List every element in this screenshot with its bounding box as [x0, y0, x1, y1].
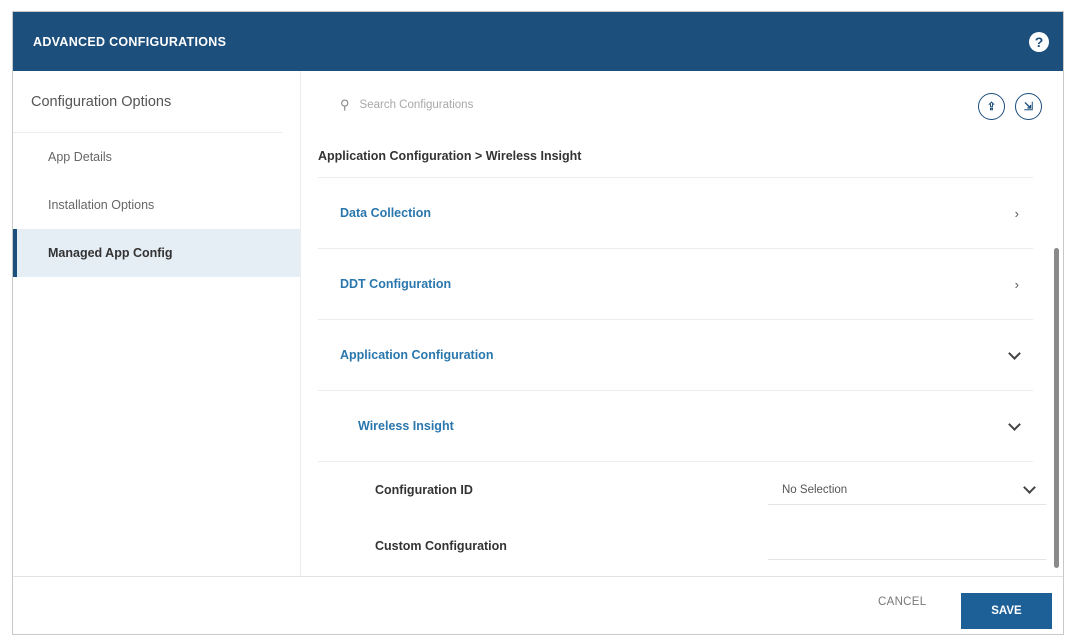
- export-icon: ⇲: [1023, 101, 1034, 113]
- search-icon: ⚲: [340, 97, 350, 112]
- section-label: Wireless Insight: [358, 419, 454, 433]
- chevron-down-icon: [1023, 481, 1036, 494]
- advanced-configurations-dialog: ADVANCED CONFIGURATIONS ? Configuration …: [12, 11, 1064, 635]
- configuration-sections: Data Collection › DDT Configuration › Ap…: [318, 177, 1046, 574]
- section-label: Application Configuration: [340, 348, 494, 362]
- sidebar-item-app-details[interactable]: App Details: [13, 133, 300, 181]
- scrollbar[interactable]: [1054, 248, 1059, 568]
- cancel-button[interactable]: CANCEL: [878, 596, 926, 608]
- main-content: ⚲ ⇪ ⇲ Application Configuration > Wirele…: [302, 71, 1063, 576]
- section-application-configuration[interactable]: Application Configuration: [318, 320, 1033, 390]
- sidebar-item-managed-app-config[interactable]: Managed App Config: [13, 229, 300, 277]
- dialog-footer: CANCEL SAVE: [13, 576, 1063, 634]
- question-circle-icon[interactable]: ?: [1029, 31, 1049, 52]
- export-button[interactable]: ⇲: [1015, 93, 1042, 120]
- sidebar-item-installation-options[interactable]: Installation Options: [13, 181, 300, 229]
- dialog-header: ADVANCED CONFIGURATIONS ?: [13, 12, 1063, 71]
- section-wireless-insight[interactable]: Wireless Insight: [318, 391, 1033, 461]
- configuration-id-row: Configuration ID No Selection: [318, 462, 1046, 518]
- custom-configuration-label: Custom Configuration: [375, 539, 507, 553]
- section-label: DDT Configuration: [340, 277, 452, 291]
- chevron-down-icon: [1008, 417, 1021, 431]
- custom-configuration-input[interactable]: [768, 532, 1046, 560]
- chevron-right-icon: ›: [1014, 276, 1019, 292]
- section-label: Data Collection: [340, 206, 431, 220]
- chevron-down-icon: [1008, 346, 1021, 360]
- configuration-id-value: No Selection: [782, 483, 848, 496]
- sidebar-heading: Configuration Options: [13, 71, 282, 133]
- search-input[interactable]: [359, 99, 860, 111]
- section-ddt-configuration[interactable]: DDT Configuration ›: [318, 249, 1033, 319]
- configuration-id-label: Configuration ID: [375, 483, 473, 497]
- configuration-id-select[interactable]: No Selection: [768, 475, 1046, 505]
- dialog-title: ADVANCED CONFIGURATIONS: [33, 34, 227, 49]
- save-button[interactable]: SAVE: [961, 593, 1052, 629]
- upload-button[interactable]: ⇪: [978, 93, 1005, 120]
- custom-configuration-row: Custom Configuration: [318, 518, 1046, 574]
- search-bar: ⚲: [332, 90, 947, 120]
- configuration-options-sidebar: Configuration Options App Details Instal…: [13, 71, 301, 576]
- upload-icon: ⇪: [986, 101, 997, 113]
- section-data-collection[interactable]: Data Collection ›: [318, 178, 1033, 248]
- chevron-right-icon: ›: [1014, 205, 1019, 221]
- breadcrumb: Application Configuration > Wireless Ins…: [318, 149, 582, 163]
